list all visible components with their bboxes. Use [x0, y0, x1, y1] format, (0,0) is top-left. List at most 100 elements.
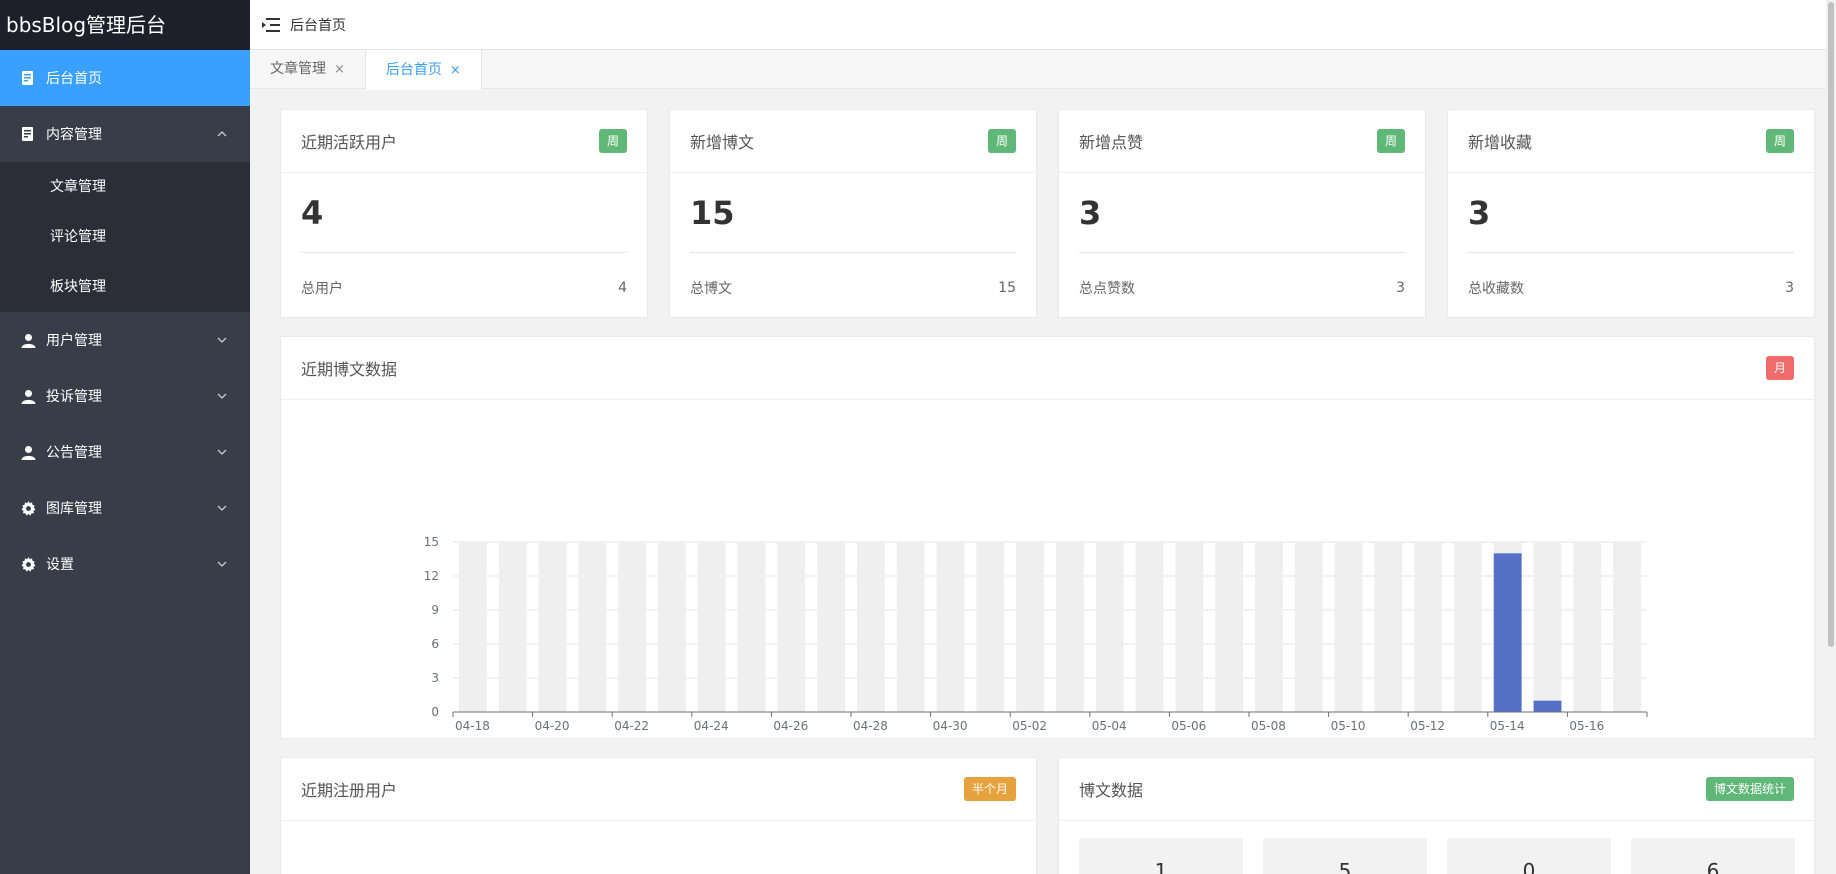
x-tick-label: 04-20 [535, 719, 570, 733]
y-tick-label: 3 [431, 671, 439, 685]
stat-card-active-users: 近期活跃用户 周 4 总用户 4 [280, 109, 648, 318]
stat-footer-label: 总收藏数 [1468, 281, 1524, 297]
stat-footer-label: 总点赞数 [1079, 281, 1135, 297]
bar-background [1414, 542, 1443, 712]
document-icon [20, 70, 36, 86]
breadcrumb: 后台首页 [290, 17, 346, 34]
period-badge: 周 [598, 129, 627, 153]
sidebar-item-label: 公告管理 [46, 445, 102, 461]
top-header: 后台首页 [250, 0, 1836, 50]
scrollbar-thumb[interactable] [1828, 2, 1834, 647]
tab-label: 后台首页 [385, 61, 442, 78]
chevron-down-icon [217, 393, 227, 399]
bar-background [1016, 542, 1045, 712]
bar-background [1334, 542, 1363, 712]
period-badge: 周 [987, 129, 1016, 153]
x-tick-label: 04-30 [933, 719, 968, 733]
bar-background [1294, 542, 1323, 712]
bar-background [578, 542, 607, 712]
bar-background [1613, 542, 1642, 712]
stat-footer-value: 3 [1785, 280, 1794, 296]
sidebar-item-dashboard[interactable]: 后台首页 [0, 50, 250, 106]
bar-background [1254, 542, 1283, 712]
sidebar-item-label: 设置 [46, 557, 74, 573]
page-scrollbar[interactable] [1826, 0, 1836, 874]
sidebar-subitem-articles[interactable]: 文章管理 [0, 162, 250, 212]
tab-articles[interactable]: 文章管理 × [250, 50, 366, 89]
card-title: 新增博文 [690, 133, 755, 152]
y-tick-label: 15 [424, 535, 439, 549]
sidebar-item-label: 后台首页 [46, 71, 102, 87]
bar-background [1135, 542, 1164, 712]
stat-footer-label: 总博文 [690, 281, 732, 297]
bar-background [777, 542, 806, 712]
sidebar-subitem-boards[interactable]: 板块管理 [0, 262, 250, 312]
bar-background [697, 542, 726, 712]
bar-background [1215, 542, 1244, 712]
bar-background [896, 542, 925, 712]
stat-footer-value: 4 [618, 280, 627, 296]
stats-badge[interactable]: 博文数据统计 [1705, 777, 1794, 801]
bar-background [618, 542, 647, 712]
bar-background [1533, 542, 1562, 712]
stat-footer-value: 3 [1396, 280, 1405, 296]
bar-background [1573, 542, 1602, 712]
x-tick-label: 05-08 [1251, 719, 1286, 733]
user-icon [20, 444, 36, 460]
bar-background [817, 542, 846, 712]
period-badge: 周 [1765, 129, 1794, 153]
sidebar-item-announcements[interactable]: 公告管理 [0, 424, 250, 480]
close-icon[interactable]: × [334, 50, 345, 89]
sidebar-item-complaints[interactable]: 投诉管理 [0, 368, 250, 424]
sidebar-item-label: 图库管理 [46, 501, 102, 517]
stat-value: 3 [1468, 173, 1794, 253]
x-tick-label: 05-12 [1410, 719, 1445, 733]
bar-background [976, 542, 1005, 712]
sidebar-subitem-comments[interactable]: 评论管理 [0, 212, 250, 262]
menu-toggle-icon[interactable] [262, 17, 280, 33]
close-icon[interactable]: × [450, 51, 461, 90]
sidebar-item-label: 内容管理 [46, 127, 102, 143]
stat-footer-label: 总用户 [301, 281, 343, 297]
app-title: bbsBlog管理后台 [0, 0, 250, 50]
gear-icon [20, 500, 36, 516]
chevron-down-icon [217, 561, 227, 567]
recent-registrations-panel: 近期注册用户 半个月 [280, 757, 1037, 874]
user-icon [20, 388, 36, 404]
x-tick-label: 04-22 [614, 719, 649, 733]
x-tick-label: 05-04 [1092, 719, 1127, 733]
stat-footer-value: 15 [998, 280, 1016, 296]
x-tick-label: 05-16 [1569, 719, 1604, 733]
x-tick-label: 04-18 [455, 719, 490, 733]
sidebar-item-users[interactable]: 用户管理 [0, 312, 250, 368]
bar-background [1055, 542, 1084, 712]
bar-background [936, 542, 965, 712]
data-bar [1533, 700, 1562, 712]
bar-background [1095, 542, 1124, 712]
period-badge: 半个月 [963, 777, 1016, 801]
bar-background [498, 542, 527, 712]
x-tick-label: 04-26 [773, 719, 808, 733]
chevron-down-icon [217, 505, 227, 511]
x-tick-label: 05-06 [1171, 719, 1206, 733]
blog-stat-box: 5 [1263, 838, 1427, 874]
x-tick-label: 05-02 [1012, 719, 1047, 733]
stat-value: 15 [690, 173, 1016, 253]
tab-bar: 文章管理 × 后台首页 × [250, 50, 1826, 90]
y-tick-label: 12 [424, 569, 439, 583]
sidebar-item-content[interactable]: 内容管理 [0, 106, 250, 162]
sidebar-item-label: 投诉管理 [46, 389, 102, 405]
panel-title: 博文数据 [1079, 781, 1144, 800]
tab-dashboard[interactable]: 后台首页 × [365, 50, 482, 90]
sidebar-item-label: 用户管理 [46, 333, 102, 349]
document-icon [20, 126, 36, 142]
submenu-content: 文章管理 评论管理 板块管理 [0, 162, 250, 312]
stat-card-new-likes: 新增点赞 周 3 总点赞数 3 [1058, 109, 1426, 318]
stat-value: 3 [1079, 173, 1405, 253]
y-tick-label: 6 [431, 637, 439, 651]
sidebar-item-settings[interactable]: 设置 [0, 536, 250, 592]
x-tick-label: 04-24 [694, 719, 729, 733]
sidebar-item-gallery[interactable]: 图库管理 [0, 480, 250, 536]
period-badge: 周 [1376, 129, 1405, 153]
panel-title: 近期博文数据 [301, 360, 398, 379]
